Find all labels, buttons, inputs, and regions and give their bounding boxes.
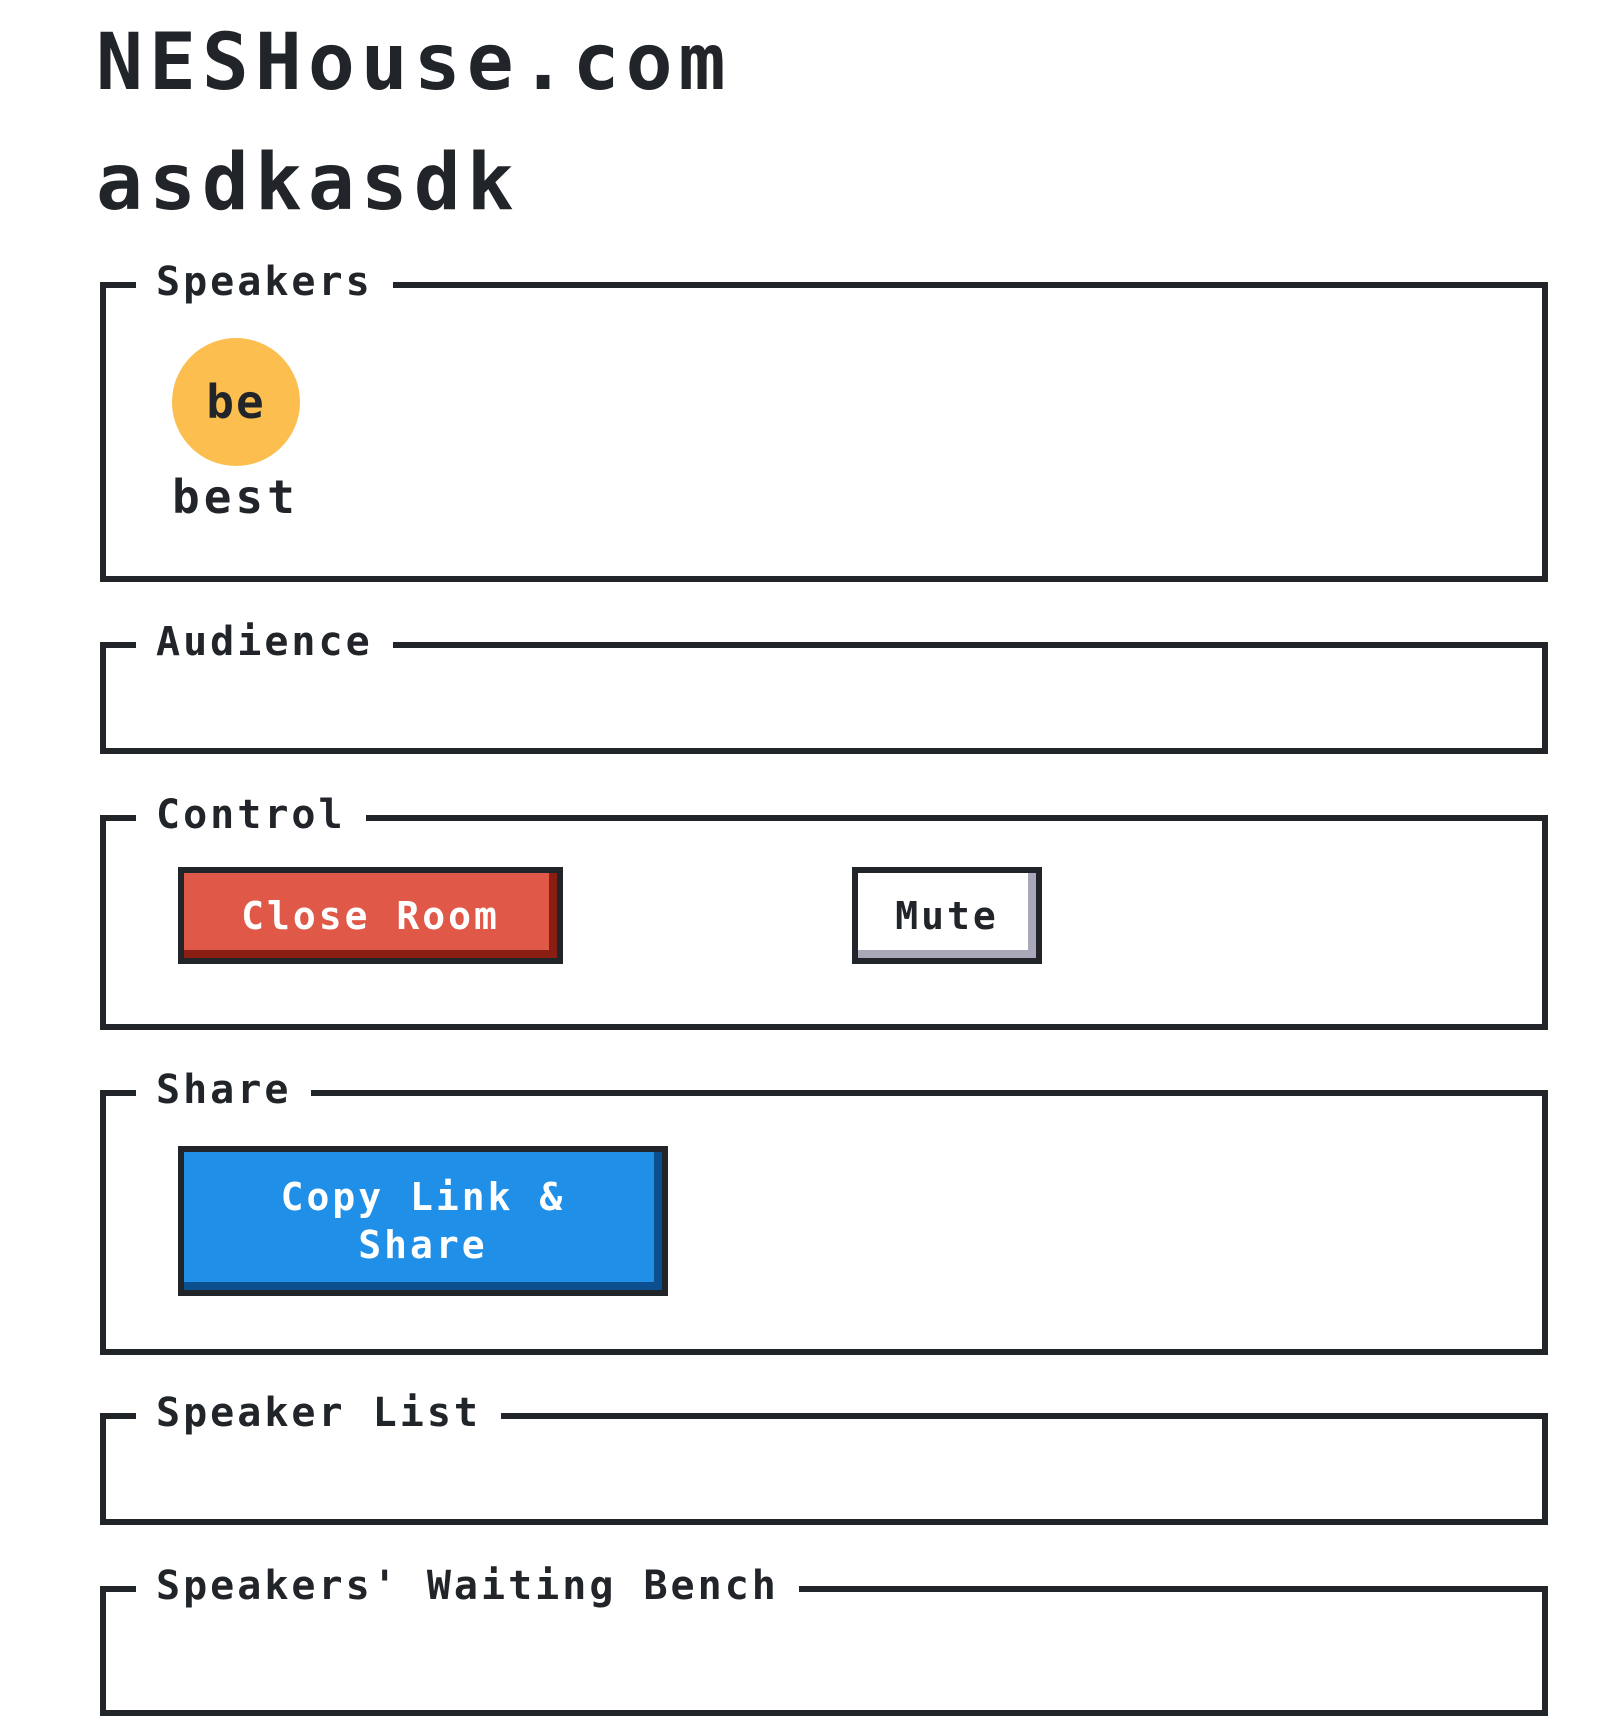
speaker-name: best [172,470,299,524]
site-title: NESHouse.com [96,18,732,108]
share-section-title: Share [136,1068,312,1112]
copy-link-share-button[interactable]: Copy Link & Share [178,1146,668,1296]
speaker-avatar[interactable]: be [172,338,300,466]
close-room-button[interactable]: Close Room [178,867,563,964]
mute-button[interactable]: Mute [852,867,1042,964]
room-title: asdkasdk [96,138,520,228]
control-section: Control Close Room Mute [100,793,1548,1030]
speakers-section-title: Speakers [136,260,393,304]
speaker-list-section-title: Speaker List [136,1391,501,1435]
speakers-section: Speakers be best [100,260,1548,582]
waiting-bench-section-title: Speakers' Waiting Bench [136,1564,799,1608]
waiting-bench-section: Speakers' Waiting Bench [100,1564,1548,1716]
share-section: Share Copy Link & Share [100,1068,1548,1355]
speaker-list-section: Speaker List [100,1391,1548,1525]
audience-section: Audience [100,620,1548,754]
audience-section-title: Audience [136,620,393,664]
control-section-title: Control [136,793,366,837]
speaker-card[interactable]: be best [172,338,342,522]
